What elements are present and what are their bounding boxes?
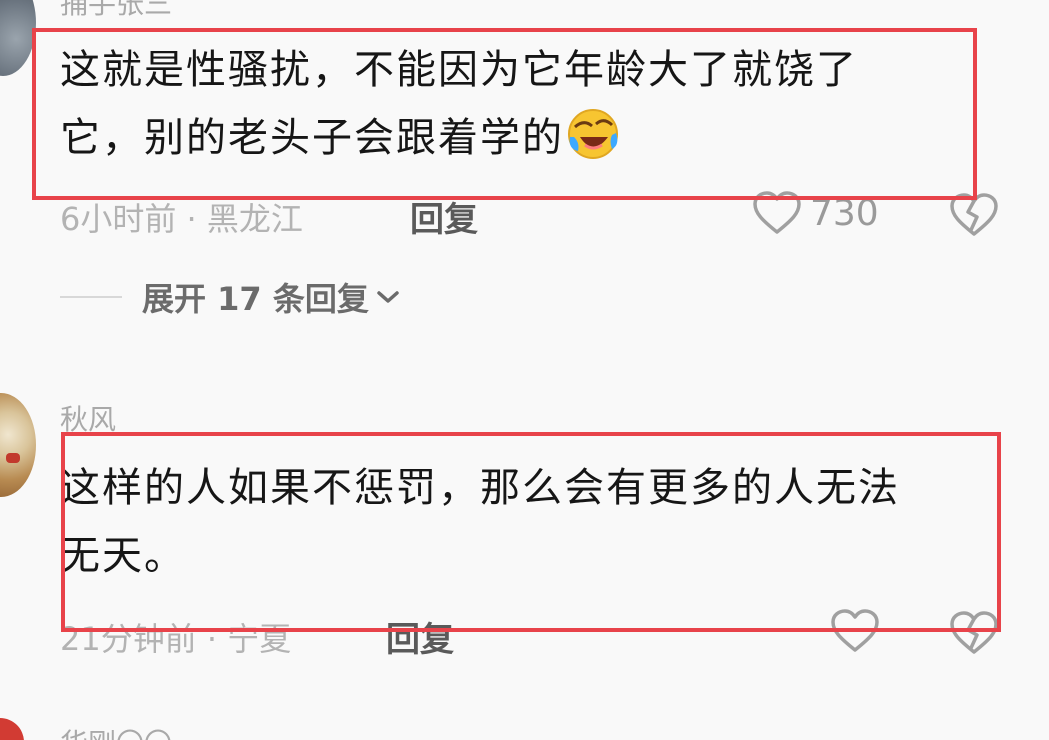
expand-replies-label: 展开 17 条回复 [142, 280, 369, 318]
comment-text: 这就是性骚扰，不能因为它年龄大了就饶了 它，别的老头子会跟着学的 [60, 36, 960, 172]
expand-replies-button[interactable]: 展开 17 条回复 [60, 274, 401, 320]
comment-text-line: 无天。 [60, 533, 186, 579]
comment-feed: 捕手张三 这就是性骚扰，不能因为它年龄大了就饶了 它，别的老头子会跟着学的 6小时… [0, 0, 1049, 740]
reply-button[interactable]: 回复 [410, 192, 478, 241]
dislike-button[interactable] [948, 610, 1000, 656]
like-button[interactable]: 730 [752, 190, 879, 236]
comment-text-line: 这样的人如果不惩罚，那么会有更多的人无法 [60, 465, 900, 511]
comment-meta: 21分钟前 · 宁夏 [60, 620, 292, 658]
divider [60, 296, 122, 298]
avatar[interactable] [0, 718, 24, 740]
username[interactable]: 秋风 [60, 398, 116, 438]
comment-meta: 6小时前 · 黑龙江 [60, 200, 303, 238]
like-count: 730 [810, 192, 879, 234]
laughing-crying-emoji-icon [566, 107, 620, 161]
username[interactable]: 华刚〇〇 [60, 722, 172, 740]
reply-button[interactable]: 回复 [386, 612, 454, 661]
heart-outline-icon [752, 190, 802, 236]
comment-text-line: 它，别的老头子会跟着学的 [60, 115, 564, 161]
comment-text-line: 这就是性骚扰，不能因为它年龄大了就饶了 [60, 47, 858, 93]
like-button[interactable] [830, 608, 880, 654]
chevron-down-icon [375, 287, 401, 307]
username[interactable]: 捕手张三 [60, 0, 172, 22]
comment-text: 这样的人如果不惩罚，那么会有更多的人无法 无天。 [60, 454, 980, 590]
broken-heart-icon [948, 610, 1000, 656]
dislike-button[interactable] [948, 192, 1000, 238]
heart-outline-icon [830, 608, 880, 654]
avatar[interactable] [0, 0, 36, 76]
broken-heart-icon [948, 192, 1000, 238]
avatar[interactable] [0, 393, 36, 497]
